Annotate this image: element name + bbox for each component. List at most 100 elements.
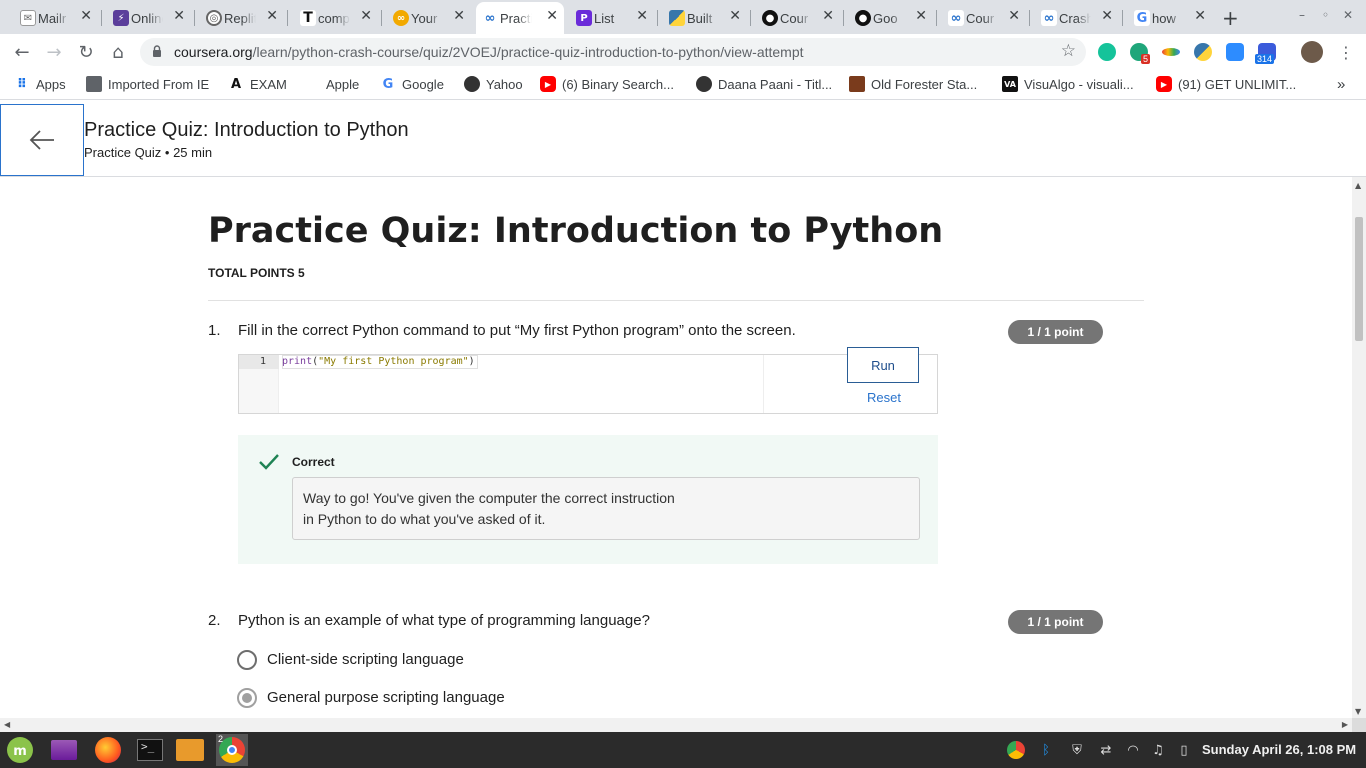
close-tab-icon[interactable]: ✕ xyxy=(173,8,185,24)
desktop-icon[interactable] xyxy=(50,736,78,764)
option-label[interactable]: General purpose scripting language xyxy=(267,689,505,706)
back-icon[interactable]: ← xyxy=(10,40,34,64)
browser-tab-google[interactable]: G how ✕ xyxy=(1128,2,1212,34)
bookmarks-overflow-button[interactable]: » xyxy=(1337,76,1345,93)
question-text: Python is an example of what type of pro… xyxy=(238,612,650,629)
close-tab-icon[interactable]: ✕ xyxy=(822,8,834,24)
chrome-tray-icon[interactable] xyxy=(1006,740,1026,760)
battery-icon[interactable]: ▯ xyxy=(1174,740,1194,760)
menu-kebab-icon[interactable]: ⋮ xyxy=(1334,40,1358,64)
github-icon: ● xyxy=(762,10,778,26)
youtube-icon: ▶ xyxy=(540,76,556,92)
arrow-left-icon xyxy=(29,130,54,150)
files-icon[interactable] xyxy=(176,736,204,764)
code-editor[interactable]: 1 print("My first Python program") Run R… xyxy=(238,347,938,414)
divider xyxy=(208,300,1144,301)
shield-icon[interactable]: ⛨ xyxy=(1067,740,1087,760)
minimize-icon[interactable]: – xyxy=(1299,8,1305,22)
drive-icon[interactable] xyxy=(1162,48,1180,56)
close-window-icon[interactable]: ✕ xyxy=(1343,8,1353,22)
question-number: 2. xyxy=(208,612,221,629)
question-text: Fill in the correct Python command to pu… xyxy=(238,322,796,339)
address-bar[interactable]: coursera.org/learn/python-crash-course/q… xyxy=(140,38,1086,66)
bookmark-daana-paani[interactable]: Daana Paani - Titl... xyxy=(696,76,832,92)
scroll-left-icon[interactable]: ◀ xyxy=(4,720,10,729)
bookmark-apps[interactable]: ⠿ Apps xyxy=(14,76,66,92)
bookmark-yahoo[interactable]: Yahoo xyxy=(464,76,523,92)
browser-tab-goo-github[interactable]: ● Goo ✕ xyxy=(849,2,933,34)
line-number: 1 xyxy=(259,356,266,367)
browser-tab-strip: ✉ Mailr ✕ ⚡ Online ✕ ◎ Replit ✕ T comp ✕… xyxy=(0,0,1366,34)
browser-tab-online[interactable]: ⚡ Online ✕ xyxy=(107,2,191,34)
browser-tab-list[interactable]: P List ✕ xyxy=(570,2,654,34)
bookmark-old-forester[interactable]: Old Forester Sta... xyxy=(849,76,977,92)
browser-tab-crash[interactable]: ∞ Crash ✕ xyxy=(1035,2,1119,34)
scroll-up-icon[interactable]: ▲ xyxy=(1355,181,1361,190)
code-line[interactable]: print("My first Python program") xyxy=(282,356,475,367)
run-button[interactable]: Run xyxy=(847,347,919,383)
close-tab-icon[interactable]: ✕ xyxy=(729,8,741,24)
clock[interactable]: Sunday April 26, 1:08 PM xyxy=(1202,742,1356,757)
folder-icon xyxy=(86,76,102,92)
bookmark-binary-search[interactable]: ▶ (6) Binary Search... xyxy=(540,76,674,92)
close-tab-icon[interactable]: ✕ xyxy=(360,8,372,24)
forward-icon[interactable]: → xyxy=(42,40,66,64)
close-tab-icon[interactable]: ✕ xyxy=(453,8,465,24)
radio-option-client-side[interactable] xyxy=(237,650,257,670)
radio-option-general-purpose[interactable] xyxy=(237,688,257,708)
new-tab-button[interactable]: + xyxy=(1222,6,1239,30)
t-icon: T xyxy=(300,10,316,26)
close-tab-icon[interactable]: ✕ xyxy=(915,8,927,24)
grammarly-icon[interactable] xyxy=(1098,43,1116,61)
python-extension-icon[interactable] xyxy=(1194,43,1212,61)
colab-icon: ∞ xyxy=(393,10,409,26)
scroll-down-icon[interactable]: ▼ xyxy=(1355,707,1361,716)
browser-tab-cour-github[interactable]: ● Cour ✕ xyxy=(756,2,840,34)
bookmark-google[interactable]: G Google xyxy=(380,76,444,92)
scroll-right-icon[interactable]: ▶ xyxy=(1342,720,1348,729)
option-label[interactable]: Client-side scripting language xyxy=(267,651,464,668)
firefox-icon[interactable] xyxy=(94,736,122,764)
close-tab-icon[interactable]: ✕ xyxy=(1194,8,1206,24)
browser-tab-built[interactable]: Built ✕ xyxy=(663,2,747,34)
scroll-thumb[interactable] xyxy=(1355,217,1363,341)
bookmark-get-unlimited[interactable]: ▶ (91) GET UNLIMIT... xyxy=(1156,76,1296,92)
total-points: TOTAL POINTS 5 xyxy=(208,266,305,280)
bookmark-visualgo[interactable]: VA VisuAlgo - visuali... xyxy=(1002,76,1134,92)
mint-menu-icon[interactable]: m xyxy=(6,736,34,764)
vertical-scrollbar[interactable]: ▲ ▼ xyxy=(1352,177,1366,718)
close-tab-icon[interactable]: ✕ xyxy=(80,8,92,24)
bookmark-imported-from-ie[interactable]: Imported From IE xyxy=(86,76,209,92)
browser-tab-cour-coursera[interactable]: ∞ Cour ✕ xyxy=(942,2,1026,34)
terminal-icon[interactable]: >_ xyxy=(136,736,164,764)
close-tab-icon[interactable]: ✕ xyxy=(266,8,278,24)
bookmarks-bar: ⠿ Apps Imported From IE A EXAM Apple G Goog… xyxy=(0,70,1366,100)
bookmark-star-icon[interactable]: ☆ xyxy=(1061,41,1076,61)
browser-tab-mail[interactable]: ✉ Mailr ✕ xyxy=(14,2,98,34)
browser-tab-colab[interactable]: ∞ Your ✕ xyxy=(387,2,471,34)
horizontal-scrollbar[interactable]: ◀ ▶ xyxy=(0,718,1352,732)
bookmark-exam[interactable]: A EXAM xyxy=(228,76,287,92)
close-tab-icon[interactable]: ✕ xyxy=(546,8,558,24)
volume-icon[interactable]: ♫ xyxy=(1148,740,1168,760)
browser-tab-replit[interactable]: ◎ Replit ✕ xyxy=(200,2,284,34)
wifi-icon[interactable]: ◠ xyxy=(1123,740,1143,760)
editor-gutter: 1 xyxy=(239,355,279,413)
close-tab-icon[interactable]: ✕ xyxy=(1008,8,1020,24)
network-icon[interactable]: ⇄ xyxy=(1096,740,1116,760)
browser-tab-practice-active[interactable]: ∞ Practice ✕ xyxy=(476,2,564,34)
bluetooth-icon[interactable]: ᛒ xyxy=(1036,740,1056,760)
reset-button[interactable]: Reset xyxy=(867,390,901,405)
reload-icon[interactable]: ↻ xyxy=(74,40,98,64)
close-tab-icon[interactable]: ✕ xyxy=(1101,8,1113,24)
avatar[interactable] xyxy=(1301,41,1323,63)
home-icon[interactable]: ⌂ xyxy=(106,40,130,64)
browser-tab-comp[interactable]: T comp ✕ xyxy=(294,2,378,34)
zoom-icon[interactable] xyxy=(1226,43,1244,61)
bookmark-apple[interactable]: Apple xyxy=(304,76,359,92)
back-button[interactable] xyxy=(0,104,84,176)
va-icon: VA xyxy=(1002,76,1018,92)
close-tab-icon[interactable]: ✕ xyxy=(636,8,648,24)
coursera-icon: ∞ xyxy=(1041,10,1057,26)
restore-icon[interactable]: ◦ xyxy=(1322,8,1329,22)
